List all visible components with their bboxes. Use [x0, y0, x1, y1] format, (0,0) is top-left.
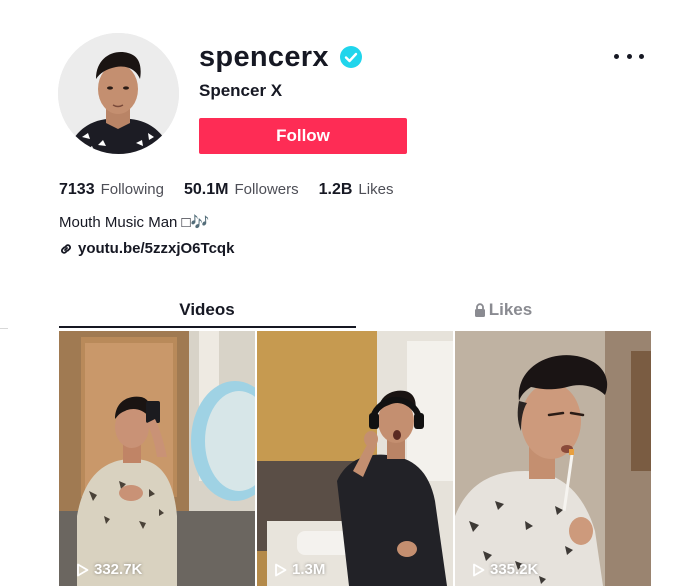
tab-likes[interactable]: Likes — [355, 292, 651, 328]
stat-followers[interactable]: 50.1M Followers — [184, 181, 299, 199]
active-tab-indicator — [59, 326, 356, 328]
likes-count: 1.2B — [318, 181, 353, 198]
profile-tabs: Videos Likes — [59, 292, 651, 330]
likes-label: Likes — [358, 181, 394, 198]
video-grid: 332.7K 1.3M 335.2K — [59, 331, 651, 586]
following-count: 7133 — [59, 181, 95, 198]
followers-count: 50.1M — [183, 181, 229, 198]
video-thumbnail — [59, 331, 255, 586]
video-view-count: 335.2K — [490, 561, 539, 578]
tab-videos-label: Videos — [179, 300, 235, 319]
video-views: 335.2K — [472, 561, 538, 578]
tab-videos[interactable]: Videos — [59, 292, 355, 328]
video-tile[interactable]: 1.3M — [257, 331, 453, 586]
video-tile[interactable]: 332.7K — [59, 331, 255, 586]
following-label: Following — [100, 181, 164, 198]
display-name: Spencer X — [199, 81, 283, 100]
video-thumbnail — [455, 331, 651, 586]
profile-link[interactable]: youtu.be/5zzxjO6Tcqk — [59, 240, 234, 257]
more-options-icon[interactable] — [614, 46, 644, 66]
lock-icon — [474, 303, 485, 317]
dot — [614, 53, 619, 59]
verified-badge-icon — [340, 46, 362, 68]
link-icon — [61, 243, 71, 254]
video-views: 1.3M — [274, 561, 325, 578]
video-tile[interactable]: 335.2K — [455, 331, 651, 586]
stat-following[interactable]: 7133 Following — [59, 181, 164, 199]
username: spencerx — [199, 41, 329, 73]
play-icon — [473, 563, 485, 576]
followers-label: Followers — [234, 181, 299, 198]
dot — [639, 53, 644, 59]
follow-button[interactable]: Follow — [199, 118, 407, 154]
video-views: 332.7K — [76, 561, 142, 578]
video-thumbnail — [257, 331, 453, 586]
avatar-image — [58, 33, 179, 154]
tab-likes-label: Likes — [488, 300, 533, 319]
play-icon — [77, 563, 89, 576]
avatar[interactable] — [58, 33, 179, 154]
profile-stats: 7133 Following 50.1M Followers 1.2B Like… — [59, 181, 413, 199]
profile-link-text: youtu.be/5zzxjO6Tcqk — [78, 240, 235, 257]
video-view-count: 1.3M — [292, 561, 326, 578]
divider — [0, 328, 8, 329]
dot — [626, 53, 632, 59]
play-icon — [275, 563, 287, 576]
video-view-count: 332.7K — [94, 561, 143, 578]
stat-likes: 1.2B Likes — [319, 181, 394, 199]
bio-text: Mouth Music Man □🎶 — [59, 214, 210, 231]
